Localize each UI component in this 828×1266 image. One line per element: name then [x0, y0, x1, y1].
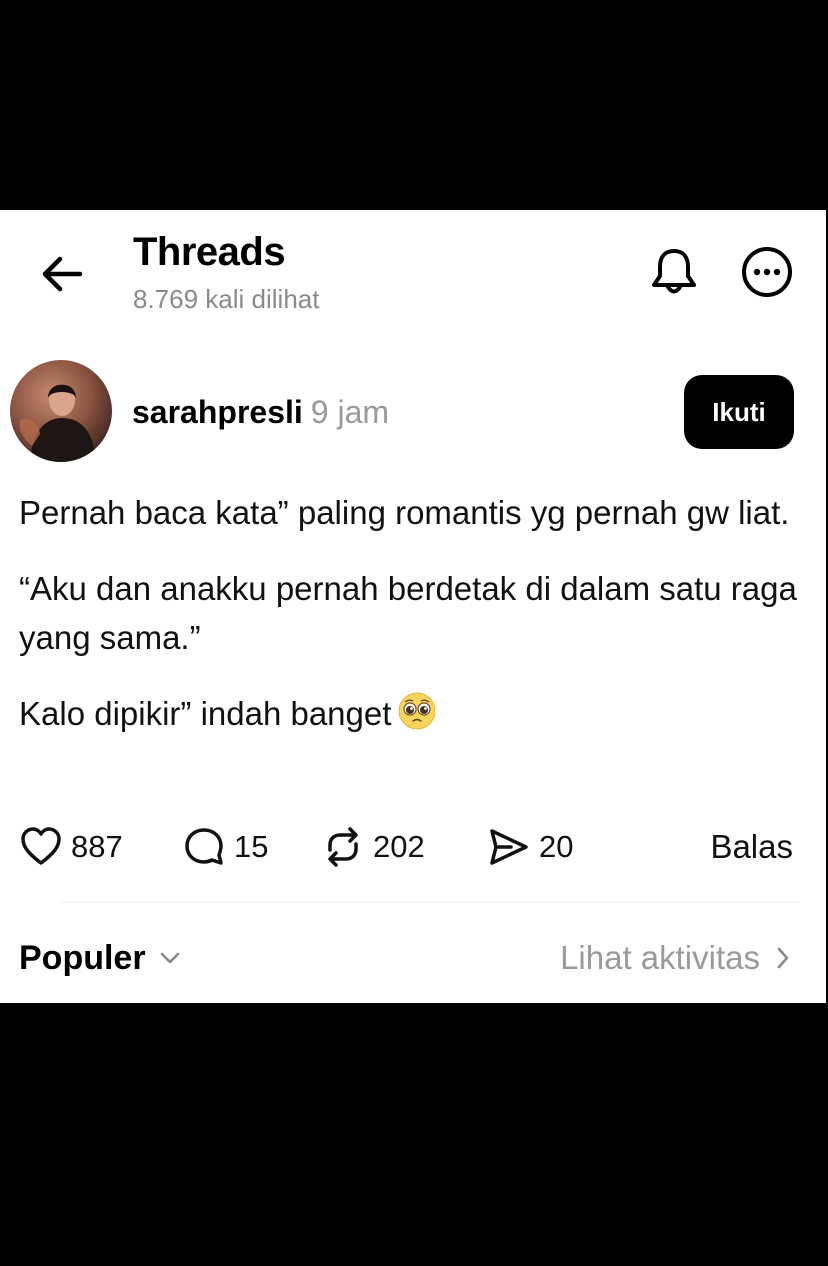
author-username[interactable]: sarahpresli [132, 394, 303, 430]
avatar[interactable] [10, 360, 112, 462]
divider [60, 902, 800, 903]
more-icon [742, 247, 792, 297]
post-paragraph: Pernah baca kata” paling romantis yg per… [19, 494, 790, 531]
sort-dropdown[interactable]: Populer [19, 932, 182, 984]
share-button[interactable]: 20 [487, 822, 573, 872]
view-activity-link[interactable]: Lihat aktivitas [560, 932, 792, 984]
replies-toolbar: Populer Lihat aktivitas [0, 932, 826, 984]
post-text: Pernah baca kata” paling romantis yg per… [19, 488, 809, 771]
pleading-face-emoji [397, 691, 437, 744]
repost-button[interactable]: 202 [321, 822, 425, 872]
comment-icon [185, 828, 223, 865]
comment-count: 15 [234, 829, 269, 864]
chevron-down-icon [160, 952, 179, 964]
post-paragraph: Kalo dipikir” indah banget [19, 689, 809, 744]
like-count: 887 [71, 829, 123, 864]
thread-page: Threads 8.769 kali dilihat sarahpresli 9… [0, 210, 826, 1003]
post-time: 9 jam [310, 394, 390, 430]
repost-count: 202 [373, 829, 425, 864]
sort-label: Populer [19, 938, 146, 977]
comment-button[interactable]: 15 [182, 822, 268, 872]
notification-button[interactable] [646, 244, 702, 300]
author-name[interactable]: sarahpresli 9 jam [132, 394, 389, 431]
send-icon [490, 829, 528, 865]
avatar-photo [19, 384, 96, 462]
header: Threads 8.769 kali dilihat [0, 210, 826, 330]
more-options-button[interactable] [739, 244, 795, 300]
post-actions: 887 15 202 20 Balas [0, 822, 826, 872]
page-title: Threads [133, 230, 286, 274]
arrow-left-icon [42, 256, 83, 292]
heart-icon [21, 827, 61, 865]
bell-icon [652, 249, 696, 294]
post-paragraph: “Aku dan anakku pernah berdetak di dalam… [19, 570, 797, 656]
activity-label: Lihat aktivitas [560, 939, 760, 976]
chevron-right-icon [777, 947, 789, 969]
repost-icon [328, 827, 358, 867]
post-paragraph-text: Kalo dipikir” indah banget [19, 695, 392, 732]
post-author-row: sarahpresli 9 jam Ikuti [0, 360, 826, 466]
view-count: 8.769 kali dilihat [133, 284, 320, 314]
follow-button[interactable]: Ikuti [684, 375, 794, 449]
share-count: 20 [539, 829, 574, 864]
like-button[interactable]: 887 [19, 822, 123, 872]
reply-button[interactable]: Balas [710, 822, 793, 872]
back-button[interactable] [38, 250, 86, 298]
